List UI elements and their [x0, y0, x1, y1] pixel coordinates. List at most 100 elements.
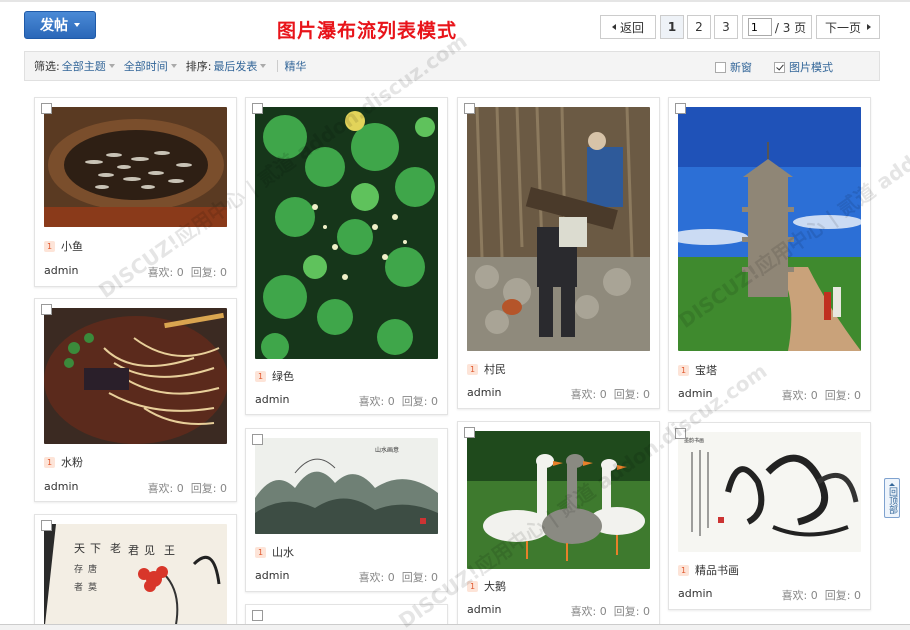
- thread-card[interactable]: 山水画意 1 山水 admin 喜欢: 0 回复: 0: [245, 428, 448, 592]
- card-meta: admin 喜欢: 0 回复: 0: [467, 386, 650, 402]
- thread-card[interactable]: 1 大鹅 admin 喜欢: 0 回复: 0: [457, 421, 660, 630]
- picture-mode-label: 图片模式: [789, 61, 833, 74]
- chevron-down-icon: [260, 63, 267, 68]
- thread-card[interactable]: 墨韵书画 1 精品书画 admin 喜欢: 0 回复: 0: [668, 422, 871, 610]
- card-title[interactable]: 村民: [484, 361, 506, 377]
- geese-photo[interactable]: [467, 431, 650, 569]
- sort-label: 排序:: [185, 60, 212, 73]
- page-link-3[interactable]: 3: [714, 15, 738, 39]
- card-stats: 喜欢: 0 回复: 0: [782, 587, 861, 603]
- card-author[interactable]: admin: [678, 587, 712, 603]
- rank-badge: 1: [467, 363, 478, 375]
- thread-card[interactable]: 1 绿色 admin 喜欢: 0 回复: 0: [245, 97, 448, 415]
- fish-basket-photo[interactable]: [44, 107, 227, 227]
- card-author[interactable]: admin: [44, 264, 78, 280]
- select-checkbox[interactable]: [464, 103, 475, 114]
- card-title-line: 1 精品书画: [678, 562, 739, 578]
- back-to-top-label: 回顶部: [887, 486, 897, 514]
- select-checkbox[interactable]: [41, 520, 52, 531]
- page-link-2[interactable]: 2: [687, 15, 711, 39]
- likes-label: 喜欢:: [570, 388, 597, 401]
- rank-badge: 1: [44, 456, 55, 468]
- thread-card[interactable]: 1 水粉 admin 喜欢: 0 回复: 0: [34, 298, 237, 502]
- all-topics-dropdown[interactable]: 全部主题: [62, 58, 106, 74]
- page: 发帖 图片瀑布流列表模式 返回 1 2 3 / 3 页 下一页 筛选: 全部主题…: [0, 0, 910, 630]
- page-links: 1 2 3: [660, 15, 738, 39]
- likes-count: 0: [387, 395, 395, 408]
- thread-card[interactable]: 1 小鱼 admin 喜欢: 0 回复: 0: [34, 97, 237, 287]
- flower-painting-photo[interactable]: 天下老君见王 存唐者莫: [44, 524, 227, 630]
- select-checkbox[interactable]: [675, 428, 686, 439]
- select-checkbox[interactable]: [252, 610, 263, 621]
- noodle-bowl-photo[interactable]: [44, 308, 227, 444]
- select-checkbox[interactable]: [252, 434, 263, 445]
- card-author[interactable]: admin: [255, 393, 289, 409]
- new-window-checkbox[interactable]: [715, 61, 726, 73]
- select-checkbox[interactable]: [252, 103, 263, 114]
- card-stats: 喜欢: 0 回复: 0: [782, 387, 861, 403]
- card-author[interactable]: admin: [44, 480, 78, 496]
- card-author[interactable]: admin: [678, 387, 712, 403]
- replies-count: 0: [854, 389, 861, 402]
- replies-count: 0: [854, 589, 861, 602]
- card-title[interactable]: 大鹅: [484, 578, 506, 594]
- top-divider: [0, 0, 910, 2]
- thread-card[interactable]: 1 村民 admin 喜欢: 0 回复: 0: [457, 97, 660, 409]
- sort-dropdown[interactable]: 最后发表: [213, 58, 257, 74]
- back-label: 返回: [619, 20, 644, 35]
- page-link-1[interactable]: 1: [660, 15, 684, 39]
- svg-text:王: 王: [164, 544, 175, 557]
- all-time-dropdown[interactable]: 全部时间: [124, 58, 168, 74]
- svg-text:见: 见: [144, 544, 155, 557]
- card-stats: 喜欢: 0 回复: 0: [359, 393, 438, 409]
- card-title[interactable]: 宝塔: [695, 362, 717, 378]
- next-page-button[interactable]: 下一页: [816, 15, 880, 39]
- card-title-line: 1 大鹅: [467, 578, 506, 594]
- card-author[interactable]: admin: [467, 386, 501, 402]
- digest-link[interactable]: 精华: [284, 58, 306, 74]
- back-to-top-button[interactable]: 回顶部: [884, 478, 900, 518]
- thread-card[interactable]: 1 宝塔 admin 喜欢: 0 回复: 0: [668, 97, 871, 411]
- card-meta: admin 喜欢: 0 回复: 0: [255, 393, 438, 409]
- likes-label: 喜欢:: [147, 266, 174, 279]
- replies-label: 回复:: [824, 589, 851, 602]
- select-checkbox[interactable]: [41, 103, 52, 114]
- select-checkbox[interactable]: [464, 427, 475, 438]
- card-title[interactable]: 精品书画: [695, 562, 739, 578]
- card-author[interactable]: admin: [255, 569, 289, 585]
- card-title[interactable]: 绿色: [272, 368, 294, 384]
- chevron-down-icon: [108, 63, 115, 68]
- replies-label: 回复:: [401, 571, 428, 584]
- likes-label: 喜欢:: [570, 605, 597, 618]
- replies-count: 0: [431, 571, 438, 584]
- picture-mode-checkbox[interactable]: [774, 61, 785, 73]
- card-title[interactable]: 山水: [272, 544, 294, 560]
- card-title-line: 1 山水: [255, 544, 294, 560]
- card-title[interactable]: 小鱼: [61, 238, 83, 254]
- post-button-label: 发帖: [40, 18, 68, 34]
- pager: 返回: [600, 15, 656, 39]
- card-title-line: 1 绿色: [255, 368, 294, 384]
- card-stats: 喜欢: 0 回复: 0: [571, 386, 650, 402]
- page-jump-input[interactable]: [747, 18, 772, 36]
- card-title[interactable]: 水粉: [61, 454, 83, 470]
- rank-badge: 1: [678, 564, 689, 576]
- thread-card[interactable]: 天下老君见王 存唐者莫: [34, 514, 237, 630]
- card-title-line: 1 小鱼: [44, 238, 83, 254]
- select-checkbox[interactable]: [41, 304, 52, 315]
- card-author[interactable]: admin: [467, 603, 501, 619]
- svg-text:下: 下: [90, 542, 101, 555]
- pagoda-photo[interactable]: [678, 107, 861, 351]
- new-window-label: 新窗: [730, 61, 752, 74]
- calligraphy-photo[interactable]: 墨韵书画: [678, 432, 861, 552]
- post-button[interactable]: 发帖: [24, 11, 96, 39]
- green-plants-photo[interactable]: [255, 107, 438, 359]
- villagers-photo[interactable]: [467, 107, 650, 351]
- next-nav: 下一页: [816, 15, 880, 39]
- select-checkbox[interactable]: [675, 103, 686, 114]
- ink-landscape-photo[interactable]: 山水画意: [255, 438, 438, 534]
- card-meta: admin 喜欢: 0 回复: 0: [467, 603, 650, 619]
- card-meta: admin 喜欢: 0 回复: 0: [678, 587, 861, 603]
- page-total: / 3 页: [774, 20, 807, 35]
- back-button[interactable]: 返回: [600, 15, 656, 39]
